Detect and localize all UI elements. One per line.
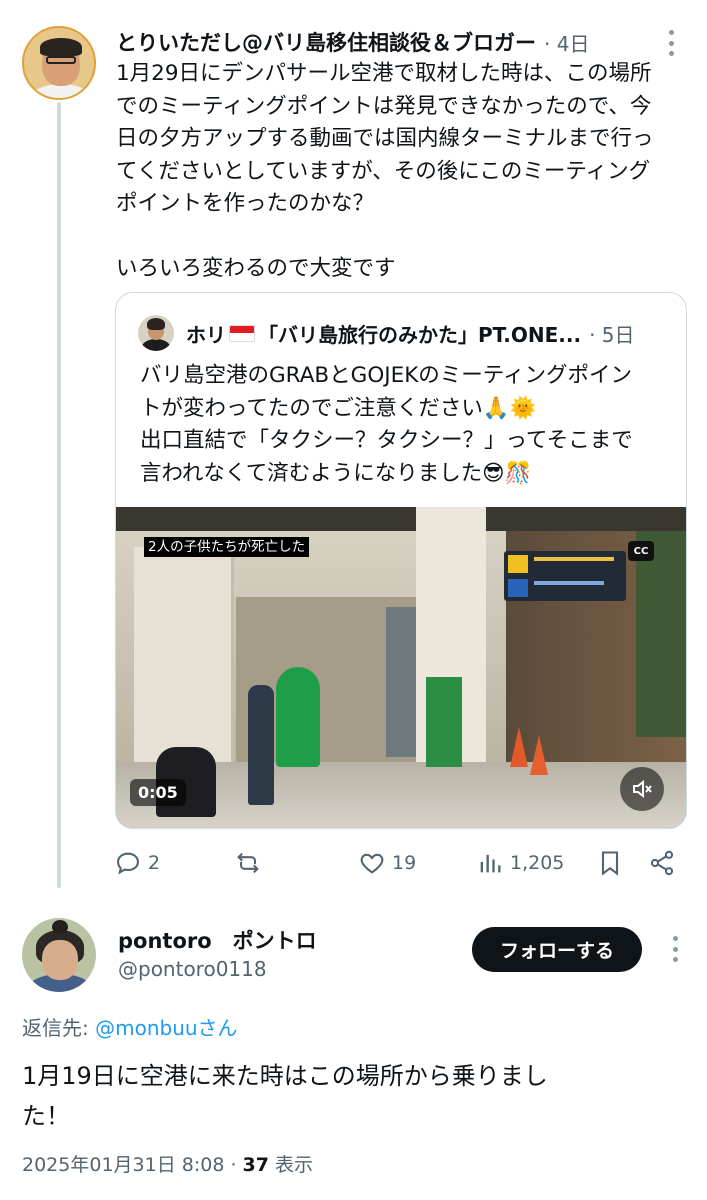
reply-button[interactable]: 2 <box>114 842 160 884</box>
quoted-author-rest: 「バリ島旅行のみかた」PT.ONE... <box>258 322 582 347</box>
quoted-post-text: バリ島空港のGRABとGOJEKのミーティングポイン トが変わってたのでご注意く… <box>140 363 633 486</box>
views-button[interactable]: 1,205 <box>476 842 564 884</box>
view-count: 1,205 <box>510 852 565 874</box>
author-handle[interactable]: @pontoro0118 <box>118 957 267 981</box>
speaker-muted-icon[interactable] <box>620 767 664 811</box>
bookmark-button[interactable] <box>596 842 624 884</box>
thread-connector-line <box>57 102 61 888</box>
view-count: 37 <box>242 1154 269 1176</box>
closed-captions-button[interactable]: CC <box>628 541 654 561</box>
post-time[interactable]: · 4日 <box>544 28 589 57</box>
replying-to: 返信先: @monbuuさん <box>22 1012 238 1041</box>
grab-stand <box>426 677 462 767</box>
video-subtitle: 2人の子供たちが死亡した <box>144 537 310 557</box>
reply-count: 2 <box>148 852 161 874</box>
more-options-icon[interactable] <box>670 936 680 962</box>
quoted-post-header: ホリ 「バリ島旅行のみかた」PT.ONE... · 5日 <box>186 315 666 351</box>
reply-prefix: 返信先: <box>22 1016 96 1040</box>
quoted-post-time[interactable]: · 5日 <box>589 319 634 348</box>
indonesia-flag-icon <box>229 324 255 342</box>
post-text: 1月19日に空港に来た時はこの場所から乗りまし た！ <box>22 1056 662 1136</box>
reply-icon <box>117 852 139 875</box>
author-name[interactable]: pontoro ポントロ <box>118 925 317 955</box>
post-header: とりいただし@バリ島移住相談役＆ブロガー · 4日 <box>116 24 676 60</box>
author-name[interactable]: とりいただし@バリ島移住相談役＆ブロガー <box>116 27 536 57</box>
avatar[interactable] <box>22 918 96 992</box>
quoted-post[interactable]: ホリ 「バリ島旅行のみかた」PT.ONE... · 5日 バリ島空港のGRABと… <box>115 292 687 829</box>
quoted-avatar[interactable] <box>138 315 174 351</box>
like-button[interactable]: 19 <box>358 842 416 884</box>
avatar[interactable] <box>22 26 96 100</box>
terminal-direction-sign <box>504 551 626 601</box>
post-metadata: 2025年01月31日 8:08 · 37 表示 <box>22 1150 313 1177</box>
post-timestamp[interactable]: 2025年01月31日 8:08 · <box>22 1154 243 1176</box>
repost-icon <box>237 852 259 874</box>
heart-icon <box>360 853 384 874</box>
more-options-icon[interactable] <box>666 30 676 56</box>
post-text-line: 1月19日に空港に来た時はこの場所から乗りまし <box>22 1062 548 1090</box>
post-text: 1月29日にデンパサール空港で取材した時は、この場所 でのミーティングポイントは… <box>116 61 654 281</box>
follow-button[interactable]: フォローする <box>472 927 642 972</box>
post-actions: 2 19 1,205 <box>114 842 684 884</box>
quoted-author-prefix: ホリ <box>186 322 226 347</box>
bookmark-icon <box>601 851 619 876</box>
video-player[interactable]: 2人の子供たちが死亡した CC 0:05 <box>116 507 686 828</box>
like-count: 19 <box>392 852 417 874</box>
view-label: 表示 <box>269 1154 314 1176</box>
quoted-author-name[interactable]: ホリ 「バリ島旅行のみかた」PT.ONE... <box>186 319 581 348</box>
share-icon <box>650 850 674 876</box>
video-duration: 0:05 <box>130 779 186 806</box>
post-text-line: た！ <box>22 1102 70 1130</box>
grab-sign <box>276 667 320 767</box>
repost-button[interactable] <box>234 842 268 884</box>
reply-mention-link[interactable]: @monbuuさん <box>95 1016 237 1040</box>
share-button[interactable] <box>648 842 676 884</box>
bar-chart-icon <box>480 854 501 873</box>
